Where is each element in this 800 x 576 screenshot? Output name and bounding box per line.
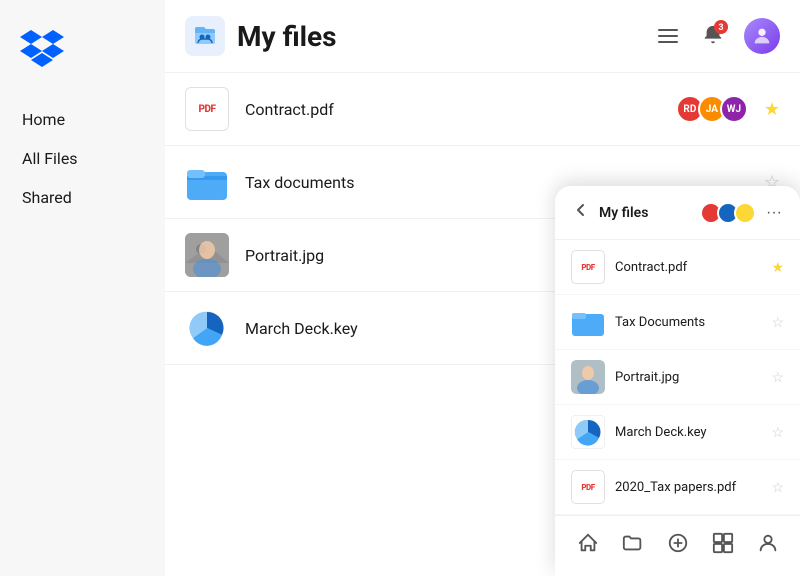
panel-file-row[interactable]: March Deck.key ☆ [555,405,800,460]
sidebar-item-shared[interactable]: Shared [10,180,155,215]
home-icon [577,532,599,554]
page-title: My files [237,20,337,53]
gallery-icon [712,532,734,554]
hamburger-line-3 [658,41,678,43]
notifications-button[interactable]: 3 [698,20,728,53]
main-content: My files 3 [165,0,800,576]
folder-header-icon [185,16,225,56]
main-header: My files 3 [165,0,800,73]
user-avatar-button[interactable] [744,18,780,54]
avatar-icon [751,25,773,47]
panel-more-button[interactable]: ··· [764,202,784,224]
notification-badge: 3 [714,20,728,34]
panel-keynote-icon [571,415,605,449]
panel-bottom-bar [555,515,800,576]
panel-file-name: Tax Documents [615,315,761,330]
image-file-icon [185,233,229,277]
header-actions: 3 [654,18,780,54]
hamburger-line-1 [658,29,678,31]
hamburger-line-2 [658,35,678,37]
star-button[interactable]: ★ [764,99,780,120]
panel-header: My files ··· [555,186,800,240]
panel-folder-button[interactable] [614,528,652,564]
panel-gallery-button[interactable] [704,528,742,564]
chevron-left-icon [573,202,589,218]
panel-file-name: Contract.pdf [615,260,761,275]
panel-file-row[interactable]: PDF Contract.pdf ★ [555,240,800,295]
panel-folder-icon [571,305,605,339]
pdf-file-icon: PDF [185,87,229,131]
panel-pdf-icon-2: PDF [571,470,605,504]
mobile-panel: My files ··· PDF Contract.pdf ★ [555,186,800,576]
sidebar-logo [0,20,165,102]
sidebar-nav: Home All Files Shared [0,102,165,215]
avatar-wj: WJ [720,95,748,123]
panel-file-name: 2020_Tax papers.pdf [615,480,761,495]
panel-file-name: March Deck.key [615,425,761,440]
panel-file-row[interactable]: Tax Documents ☆ [555,295,800,350]
panel-avatar-3 [734,202,756,224]
sidebar: Home All Files Shared [0,0,165,576]
panel-add-button[interactable] [659,528,697,564]
folder-file-icon [185,160,229,204]
panel-back-button[interactable] [571,200,591,225]
pdf-label: PDF [199,104,216,115]
file-row[interactable]: PDF Contract.pdf RD JA WJ ★ [165,73,800,146]
dropbox-logo-icon [20,30,64,68]
panel-file-name: Portrait.jpg [615,370,761,385]
panel-star-button[interactable]: ☆ [771,424,784,441]
sidebar-item-all-files[interactable]: All Files [10,141,155,176]
panel-star-button[interactable]: ☆ [771,479,784,496]
panel-file-row[interactable]: PDF 2020_Tax papers.pdf ☆ [555,460,800,515]
file-name: Contract.pdf [245,100,660,119]
panel-pdf-icon: PDF [571,250,605,284]
profile-icon [757,532,779,554]
pie-chart-icon [185,306,229,350]
folder-icon [193,24,217,48]
panel-title: My files [599,205,692,221]
panel-star-button[interactable]: ☆ [771,314,784,331]
panel-avatars [700,202,756,224]
panel-profile-button[interactable] [749,528,787,564]
panel-file-list: PDF Contract.pdf ★ Tax Documents ☆ [555,240,800,515]
menu-button[interactable] [654,25,682,47]
panel-file-row[interactable]: Portrait.jpg ☆ [555,350,800,405]
shared-avatars: RD JA WJ [676,95,748,123]
sidebar-item-home[interactable]: Home [10,102,155,137]
folder-nav-icon [622,532,644,554]
plus-icon [667,532,689,554]
keynote-file-icon [185,306,229,350]
panel-star-button[interactable]: ★ [771,259,784,276]
panel-image-icon [571,360,605,394]
panel-home-button[interactable] [569,528,607,564]
panel-star-button[interactable]: ☆ [771,369,784,386]
title-area: My files [185,16,337,56]
